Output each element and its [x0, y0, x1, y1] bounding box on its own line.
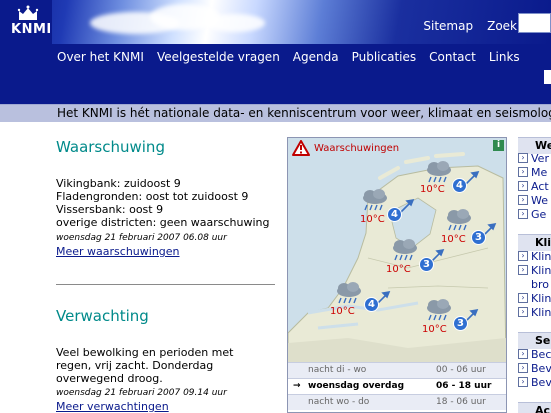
- warning-line: Vikingbank: zuidoost 9: [56, 177, 181, 190]
- warning-line: Vissersbank: oost 9: [56, 203, 164, 216]
- temperature-label: 10°C: [441, 234, 466, 245]
- warning-timestamp: woensdag 21 februari 2007 06.08 uur: [56, 233, 227, 243]
- forecast-line: Veel bewolking en perioden met: [56, 346, 234, 359]
- nav-agenda[interactable]: Agenda: [293, 50, 339, 64]
- period-range: 18 - 06 uur: [436, 397, 486, 407]
- selected-arrow-icon: →: [293, 381, 301, 391]
- arrow-right-icon: ›: [518, 153, 528, 163]
- temperature-label: 10°C: [386, 264, 411, 275]
- warning-body: Vikingbank: zuidoost 9 Fladengronden: oo…: [56, 177, 270, 229]
- period-label: nacht wo - do: [308, 397, 370, 407]
- netherlands-map[interactable]: Waarschuwingen i 10°C 10°C 10°C 10°C 10°…: [288, 138, 506, 362]
- arrow-right-icon: ›: [518, 377, 528, 387]
- map-graphic: [288, 138, 506, 362]
- info-icon[interactable]: i: [493, 140, 504, 151]
- warning-triangle-icon: [292, 140, 310, 156]
- knmi-logo[interactable]: KNMI: [0, 0, 52, 44]
- sidebar-section-head: Kli: [518, 234, 551, 251]
- main-nav: Over het KNMI Veelgestelde vragen Agenda…: [57, 50, 520, 64]
- nav-links[interactable]: Links: [489, 50, 520, 64]
- period-range: 00 - 06 uur: [436, 365, 486, 375]
- nav-publicaties[interactable]: Publicaties: [352, 50, 417, 64]
- period-row-selected[interactable]: → woensdag overdag 06 - 18 uur: [288, 378, 506, 394]
- forecast-line: regen, vrij zacht. Donderdag: [56, 359, 214, 372]
- site-header: KNMI Sitemap Zoek Over het KNMI Veelgest…: [0, 0, 551, 104]
- period-row[interactable]: nacht di - wo 00 - 06 uur: [288, 362, 506, 378]
- period-range: 06 - 18 uur: [436, 381, 492, 391]
- tagline: Het KNMI is hét nationale data- en kenni…: [57, 106, 551, 120]
- forecast-timestamp: woensdag 21 februari 2007 09.14 uur: [56, 388, 227, 398]
- section-divider: [56, 284, 275, 285]
- nav-contact[interactable]: Contact: [429, 50, 476, 64]
- wind-force-badge: 4: [387, 207, 402, 222]
- nav-veelgestelde-vragen[interactable]: Veelgestelde vragen: [157, 50, 280, 64]
- wind-force-badge: 3: [419, 257, 434, 272]
- more-forecasts-link[interactable]: Meer verwachtingen: [56, 400, 169, 413]
- arrow-right-icon: ›: [518, 181, 528, 191]
- weather-map-panel: Waarschuwingen i 10°C 10°C 10°C 10°C 10°…: [287, 137, 507, 413]
- warning-line: Fladengronden: oost tot zuidoost 9: [56, 190, 249, 203]
- more-warnings-link[interactable]: Meer waarschuwingen: [56, 245, 180, 258]
- map-header-title[interactable]: Waarschuwingen: [314, 143, 399, 154]
- arrow-right-icon: ›: [518, 349, 528, 359]
- temperature-label: 10°C: [330, 306, 355, 317]
- temperature-label: 10°C: [420, 184, 445, 195]
- search-link[interactable]: Zoek: [487, 19, 517, 33]
- wind-force-badge: 4: [364, 297, 379, 312]
- period-label: woensdag overdag: [308, 381, 405, 391]
- warning-title: Waarschuwing: [56, 138, 165, 156]
- arrow-right-icon: ›: [518, 363, 528, 373]
- period-label: nacht di - wo: [308, 365, 367, 375]
- period-row[interactable]: nacht wo - do 18 - 06 uur: [288, 394, 506, 410]
- nav-over-het-knmi[interactable]: Over het KNMI: [57, 50, 144, 64]
- warning-line: overige districten: geen waarschuwing: [56, 216, 270, 229]
- crown-icon: [17, 5, 39, 20]
- temperature-label: 10°C: [422, 324, 447, 335]
- arrow-right-icon: ›: [518, 293, 528, 303]
- arrow-right-icon: ›: [518, 251, 528, 261]
- arrow-right-icon: ›: [518, 167, 528, 177]
- arrow-right-icon: ›: [518, 265, 528, 275]
- header-corner: [544, 70, 551, 84]
- temperature-label: 10°C: [360, 214, 385, 225]
- search-input[interactable]: [518, 13, 551, 33]
- right-sidebar: We ›Ver ›Me ›Act ›We ›Ge Kli ›Klin ›Klin…: [518, 137, 551, 413]
- logo-text: KNMI: [11, 22, 52, 37]
- map-header: Waarschuwingen: [292, 140, 399, 156]
- forecast-line: overwegend droog.: [56, 372, 163, 385]
- tagline-bar: Het KNMI is hét nationale data- en kenni…: [0, 104, 551, 122]
- utility-nav: Sitemap Zoek: [423, 19, 517, 33]
- forecast-title: Verwachting: [56, 307, 149, 325]
- arrow-right-icon: ›: [518, 209, 528, 219]
- wind-force-badge: 4: [452, 178, 467, 193]
- sidebar-section-head: Ac: [518, 402, 551, 413]
- wind-force-badge: 3: [471, 230, 486, 245]
- forecast-period-list: nacht di - wo 00 - 06 uur → woensdag ove…: [288, 362, 506, 410]
- arrow-right-icon: ›: [518, 307, 528, 317]
- sitemap-link[interactable]: Sitemap: [423, 19, 473, 33]
- wind-force-badge: 3: [453, 316, 468, 331]
- sidebar-section-head: Se: [518, 332, 551, 349]
- arrow-right-icon: ›: [518, 195, 528, 205]
- forecast-body: Veel bewolking en perioden met regen, vr…: [56, 346, 233, 385]
